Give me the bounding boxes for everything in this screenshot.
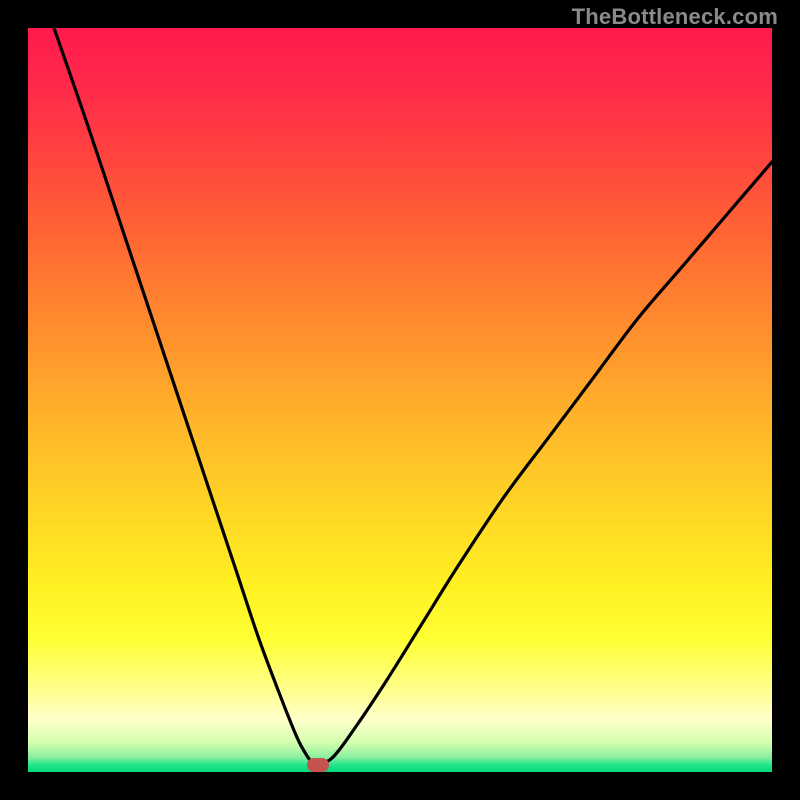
curve-svg — [28, 28, 772, 772]
watermark-text: TheBottleneck.com — [572, 4, 778, 30]
curve-right-branch — [318, 162, 772, 765]
curve-left-branch — [54, 28, 318, 765]
chart-container: { "watermark": "TheBottleneck.com", "mar… — [0, 0, 800, 800]
optimum-marker — [307, 758, 329, 772]
plot-area — [28, 28, 772, 772]
